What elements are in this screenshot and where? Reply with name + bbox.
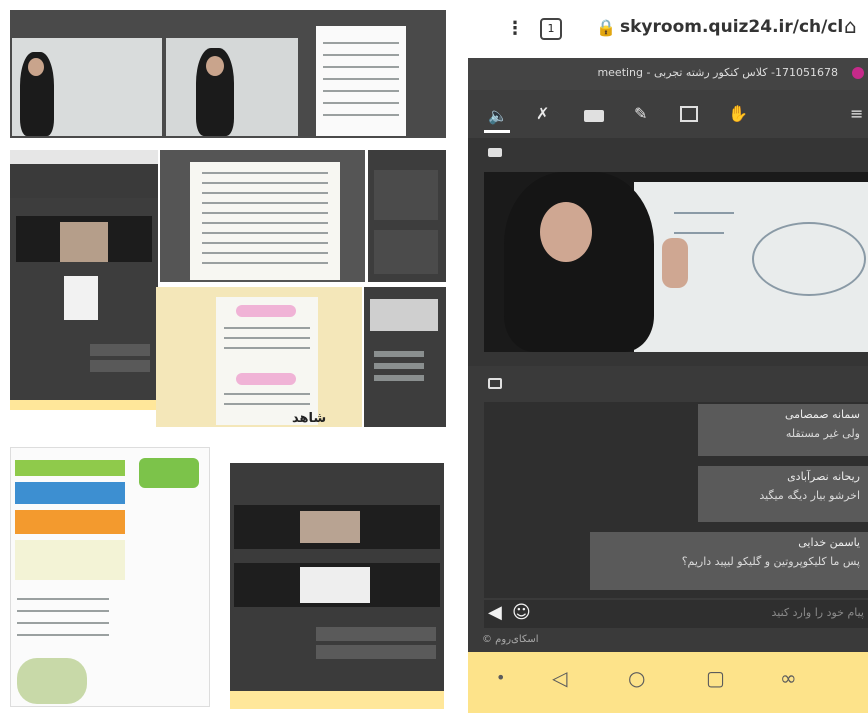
send-icon[interactable]: ◀ xyxy=(488,602,502,623)
chat-message: یاسمن خدایی پس ما کلیکوپروتین و گلیکو لی… xyxy=(590,532,868,590)
document-page-1 xyxy=(316,26,406,136)
collage-screenshot-participants xyxy=(364,287,446,427)
camera-icon[interactable] xyxy=(584,110,604,122)
pen-icon[interactable]: ✎ xyxy=(634,104,647,124)
meeting-title-bar: 171051678- کلاس کنکور رشته تجربی - meeti… xyxy=(468,58,868,90)
emoji-icon[interactable]: ☺ xyxy=(512,602,531,623)
teacher-video-1 xyxy=(12,38,162,136)
dot-icon[interactable]: • xyxy=(496,668,505,687)
teacher-hand xyxy=(662,238,688,288)
tab-switcher-button[interactable]: 1 xyxy=(540,18,562,40)
link-icon[interactable]: ∞ xyxy=(780,666,797,690)
home-button-icon[interactable]: ○ xyxy=(628,666,645,690)
collage-screenshot-meeting-small xyxy=(10,150,158,410)
chat-message: ریحانه نصرآبادی اخرشو بیار دیگه میگید xyxy=(698,466,868,522)
meeting-toolbar: 🔈 ✗ ✎ ✋ ≡ xyxy=(468,90,868,138)
chat-text: پس ما کلیکوپروتین و گلیکو لیپید داریم؟ xyxy=(681,555,860,568)
collage-phone-meeting-small xyxy=(230,447,444,709)
menu-icon[interactable]: ≡ xyxy=(850,104,863,124)
chat-panel: سمانه صمصامی ولی غیر مستقله ریحانه نصرآب… xyxy=(468,366,868,630)
small-teacher-video xyxy=(16,216,152,262)
screen-share-icon[interactable] xyxy=(680,106,698,122)
collage-screenshot-top xyxy=(10,10,446,138)
chat-text: اخرشو بیار دیگه میگید xyxy=(759,489,860,502)
url-text[interactable]: skyroom.quiz24.ir/ch/cl xyxy=(620,17,843,37)
teacher-video-2 xyxy=(166,38,298,136)
collage-screenshot-document xyxy=(160,150,365,282)
raise-hand-icon[interactable]: ✋ xyxy=(728,104,748,124)
skyroom-logo-icon xyxy=(852,67,864,79)
thumbnail-caption: شاهد xyxy=(292,411,327,426)
chat-input[interactable]: پیام خود را وارد کنید xyxy=(544,606,864,619)
android-nav-bar: • ◁ ○ ▢ ∞ xyxy=(468,652,868,713)
footer-text: اسکای‌روم © xyxy=(482,634,539,645)
home-icon[interactable]: ⌂ xyxy=(844,14,857,38)
video-camera-icon xyxy=(488,148,502,157)
teacher-video xyxy=(484,172,868,352)
small-shared-doc xyxy=(64,276,98,320)
chat-input-row: ◀ ☺ پیام خود را وارد کنید xyxy=(484,600,868,628)
mic-muted-icon[interactable]: ✗ xyxy=(536,104,549,124)
collage-screenshot-notes xyxy=(156,287,362,427)
teacher-face xyxy=(540,202,592,262)
speaker-active-underline xyxy=(484,130,510,133)
chat-icon xyxy=(488,378,502,389)
chat-sender: سمانه صمصامی xyxy=(784,408,860,421)
back-icon[interactable]: ◁ xyxy=(552,666,567,690)
meeting-title: 171051678- کلاس کنکور رشته تجربی - meeti… xyxy=(597,66,838,79)
more-options-icon[interactable]: ⋮ xyxy=(506,18,524,39)
chat-text: ولی غیر مستقله xyxy=(785,427,860,440)
collage-screenshot-sidebar xyxy=(368,150,446,282)
chat-message: سمانه صمصامی ولی غیر مستقله xyxy=(698,404,868,456)
chat-sender: ریحانه نصرآبادی xyxy=(787,470,860,483)
speaker-icon[interactable]: 🔈 xyxy=(488,106,508,126)
collage-brochure xyxy=(10,447,210,707)
lock-icon: 🔒 xyxy=(596,18,616,37)
chat-sender: یاسمن خدایی xyxy=(798,536,860,549)
chat-footer: اسکای‌روم © xyxy=(468,630,868,652)
browser-bar: ⋮ 1 🔒 skyroom.quiz24.ir/ch/cl ⌂ xyxy=(468,0,868,58)
video-panel xyxy=(468,138,868,366)
chat-messages: سمانه صمصامی ولی غیر مستقله ریحانه نصرآب… xyxy=(484,402,868,598)
teacher-figure xyxy=(504,172,654,352)
phone-screenshot: ⋮ 1 🔒 skyroom.quiz24.ir/ch/cl ⌂ 17105167… xyxy=(468,0,868,713)
recents-icon[interactable]: ▢ xyxy=(706,666,725,690)
